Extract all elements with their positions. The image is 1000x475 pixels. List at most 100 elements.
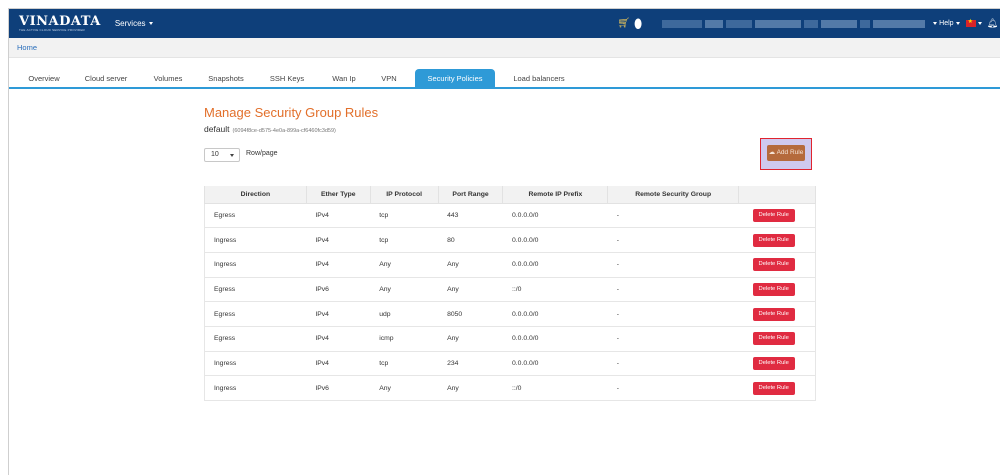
chevron-down-icon <box>933 22 938 25</box>
cell-remote-security-group: - <box>607 351 739 377</box>
page-title: Manage Security Group Rules <box>204 105 379 120</box>
cell-port-range: 80 <box>438 227 503 253</box>
tab-cloud-server[interactable]: Cloud server <box>77 69 135 88</box>
logo-text: VINADATA <box>19 14 101 29</box>
add-rule-button[interactable]: ☁ Add Rule <box>767 145 805 161</box>
delete-rule-button[interactable]: Delete Rule <box>752 258 795 272</box>
table-row: Egress IPv4 udp 8050 0.0.0.0/0 - Delete … <box>204 301 816 327</box>
table-row: Ingress IPv6 Any Any ::/0 - Delete Rule <box>204 375 816 401</box>
flag-icon[interactable] <box>965 18 976 27</box>
cell-remote-security-group: - <box>607 277 739 303</box>
services-label: Services <box>114 19 146 28</box>
table-row: Egress IPv4 tcp 443 0.0.0.0/0 - Delete R… <box>204 203 816 229</box>
tab-volumes[interactable]: Volumes <box>147 69 189 88</box>
delete-rule-button[interactable]: Delete Rule <box>752 208 795 222</box>
chevron-down-icon <box>955 22 960 25</box>
delete-rule-button[interactable]: Delete Rule <box>752 307 795 321</box>
table-row: Egress IPv6 Any Any ::/0 - Delete Rule <box>204 277 816 303</box>
cell-ether-type: IPv4 <box>306 326 371 352</box>
cell-direction: Egress <box>204 301 307 327</box>
cell-ether-type: IPv6 <box>306 375 371 401</box>
cell-remote-ip-prefix: 0.0.0.0/0 <box>502 252 608 278</box>
cell-direction: Ingress <box>204 375 307 401</box>
rules-table: Direction Ether Type IP Protocol Port Ra… <box>204 186 816 401</box>
table-row: Egress IPv4 icmp Any 0.0.0.0/0 - Delete … <box>204 326 816 352</box>
cell-remote-ip-prefix: ::/0 <box>502 375 608 401</box>
col-ether-type[interactable]: Ether Type <box>305 186 371 204</box>
rows-per-page-label: Row/page <box>246 150 278 157</box>
cell-remote-security-group: - <box>607 326 739 352</box>
cell-ether-type: IPv4 <box>306 351 371 377</box>
tab-security-policies[interactable]: Security Policies <box>415 69 495 88</box>
cell-ip-protocol: Any <box>370 375 439 401</box>
cloud-upload-icon: ☁ <box>768 149 776 156</box>
tab-vpn[interactable]: VPN <box>376 69 402 88</box>
cell-remote-ip-prefix: 0.0.0.0/0 <box>502 301 608 327</box>
col-ip-protocol[interactable]: IP Protocol <box>369 186 439 204</box>
cell-direction: Egress <box>204 203 307 229</box>
cell-actions: Delete Rule <box>738 203 816 229</box>
col-remote-security-group[interactable]: Remote Security Group <box>607 186 740 204</box>
col-actions <box>738 186 816 204</box>
help-label: Help <box>939 20 954 27</box>
cell-ether-type: IPv4 <box>306 301 371 327</box>
bottle-icon[interactable]: ⬮ <box>634 16 642 32</box>
group-subtitle: default (6094f8ce-d575-4e0a-899a-cf6460f… <box>204 124 824 134</box>
add-rule-highlight: ☁ Add Rule <box>760 138 812 170</box>
tab-load-balancers[interactable]: Load balancers <box>507 69 571 88</box>
group-name: default <box>204 124 230 134</box>
top-navbar: VINADATA THE ACTIVE CLOUD SERVICE PROVID… <box>9 9 1000 38</box>
cell-actions: Delete Rule <box>738 301 816 327</box>
cell-actions: Delete Rule <box>738 252 816 278</box>
cell-actions: Delete Rule <box>738 227 816 253</box>
brand-logo[interactable]: VINADATA THE ACTIVE CLOUD SERVICE PROVID… <box>19 15 101 32</box>
cell-ip-protocol: udp <box>370 301 439 327</box>
tab-ssh-keys[interactable]: SSH Keys <box>265 69 309 88</box>
cell-port-range: Any <box>438 326 503 352</box>
bell-icon[interactable]: 🔔︎ <box>987 18 998 29</box>
delete-rule-button[interactable]: Delete Rule <box>752 233 795 247</box>
cell-ip-protocol: icmp <box>370 326 439 352</box>
breadcrumb-home-link[interactable]: Home <box>17 43 37 52</box>
cell-ip-protocol: tcp <box>370 203 439 229</box>
rows-per-page-select[interactable]: 10 <box>204 148 240 162</box>
cell-remote-security-group: - <box>607 203 739 229</box>
rows-per-page-value: 10 <box>211 151 219 158</box>
tab-snapshots[interactable]: Snapshots <box>203 69 249 88</box>
cell-remote-security-group: - <box>607 375 739 401</box>
cell-actions: Delete Rule <box>738 375 816 401</box>
cell-actions: Delete Rule <box>738 351 816 377</box>
tab-overview[interactable]: Overview <box>22 69 66 88</box>
cell-remote-ip-prefix: 0.0.0.0/0 <box>502 326 608 352</box>
services-menu[interactable]: Services <box>115 19 153 28</box>
cell-ip-protocol: tcp <box>370 351 439 377</box>
cell-port-range: Any <box>438 252 503 278</box>
tab-wan-ip[interactable]: Wan Ip <box>327 69 361 88</box>
delete-rule-button[interactable]: Delete Rule <box>752 381 795 395</box>
cell-direction: Egress <box>204 326 307 352</box>
cell-remote-ip-prefix: ::/0 <box>502 277 608 303</box>
help-menu[interactable]: Help <box>933 20 960 27</box>
tab-bar: Overview Cloud server Volumes Snapshots … <box>9 65 1000 89</box>
account-info-redacted <box>662 19 926 28</box>
cell-port-range: 8050 <box>438 301 503 327</box>
add-rule-label: Add Rule <box>776 149 804 156</box>
chevron-down-icon <box>148 22 153 25</box>
cell-remote-ip-prefix: 0.0.0.0/0 <box>502 351 608 377</box>
chevron-down-icon[interactable] <box>977 22 982 25</box>
cell-remote-security-group: - <box>607 301 739 327</box>
table-toolbar: 10 Row/page ☁ Add Rule <box>204 138 824 170</box>
delete-rule-button[interactable]: Delete Rule <box>752 356 795 370</box>
logo-tagline: THE ACTIVE CLOUD SERVICE PROVIDER <box>19 28 85 32</box>
col-port-range[interactable]: Port Range <box>437 186 504 204</box>
chevron-down-icon <box>230 154 234 157</box>
col-remote-ip-prefix[interactable]: Remote IP Prefix <box>502 186 609 204</box>
cart-icon[interactable]: 🛒︎ <box>617 18 630 29</box>
cell-actions: Delete Rule <box>738 326 816 352</box>
col-direction[interactable]: Direction <box>204 186 307 204</box>
cell-remote-ip-prefix: 0.0.0.0/0 <box>502 227 608 253</box>
cell-ip-protocol: Any <box>370 252 439 278</box>
cell-port-range: Any <box>438 375 503 401</box>
delete-rule-button[interactable]: Delete Rule <box>752 332 795 346</box>
delete-rule-button[interactable]: Delete Rule <box>752 282 795 296</box>
